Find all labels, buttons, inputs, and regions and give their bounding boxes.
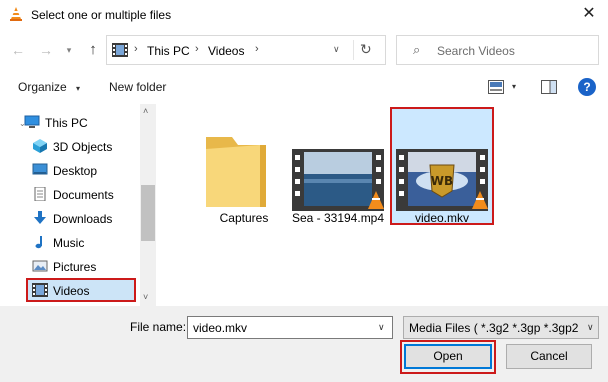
command-toolbar: Organize ▾ New folder ▾ ? bbox=[0, 74, 608, 102]
sidebar-item-this-pc[interactable]: ⌄ This PC bbox=[10, 110, 122, 134]
open-button[interactable]: Open bbox=[404, 344, 492, 369]
file-name: video.mkv bbox=[414, 211, 470, 225]
file-name-dropdown-icon[interactable]: ∨ bbox=[378, 322, 385, 333]
organize-label: Organize bbox=[18, 80, 67, 94]
file-item-captures[interactable]: Captures bbox=[192, 107, 296, 225]
search-box[interactable]: ⌕ Search Videos bbox=[396, 35, 599, 65]
file-name: Sea - 33194.mp4 bbox=[291, 211, 385, 225]
sidebar-item-desktop[interactable]: Desktop bbox=[26, 158, 138, 182]
recent-locations-button[interactable]: ▾ bbox=[63, 41, 75, 59]
sidebar-item-label: Desktop bbox=[53, 164, 98, 178]
file-type-dropdown-icon[interactable]: ∨ bbox=[584, 322, 594, 333]
scrollbar-thumb[interactable] bbox=[141, 185, 155, 241]
sidebar-item-label: Music bbox=[53, 236, 85, 250]
address-bar[interactable]: › This PC › Videos › ∨ ↻ bbox=[106, 35, 386, 65]
forward-button[interactable]: → bbox=[38, 41, 54, 59]
search-icon: ⌕ bbox=[413, 42, 421, 57]
sidebar-item-downloads[interactable]: Downloads bbox=[26, 206, 138, 230]
breadcrumb-separator[interactable]: › bbox=[255, 43, 259, 55]
file-type-select[interactable]: Media Files ( *.3g2 *.3gp *.3gp2 ∨ bbox=[403, 316, 599, 339]
file-list-view: Captures Sea - 33194.mp4 WB video.mkv bbox=[156, 104, 608, 306]
sidebar-item-label: 3D Objects bbox=[53, 140, 113, 154]
sidebar-scrollbar[interactable]: ˄ ˅ bbox=[140, 104, 156, 306]
organize-button[interactable]: Organize ▾ bbox=[18, 80, 80, 94]
dialog-footer: File name: video.mkv ∨ Media Files ( *.3… bbox=[0, 306, 608, 382]
close-button[interactable]: ✕ bbox=[574, 3, 604, 27]
file-name-value[interactable]: video.mkv bbox=[193, 321, 247, 335]
up-button[interactable]: ↑ bbox=[85, 41, 101, 59]
preview-pane-icon[interactable] bbox=[541, 80, 557, 94]
search-placeholder[interactable]: Search Videos bbox=[437, 44, 515, 58]
change-view-icon[interactable] bbox=[488, 80, 504, 94]
navigation-pane: ⌄ This PC 3D Objects Desktop Documents D… bbox=[0, 104, 156, 306]
sidebar-item-label: This PC bbox=[45, 116, 88, 130]
pictures-icon bbox=[32, 260, 48, 272]
music-note-icon bbox=[35, 236, 42, 249]
sidebar-item-label: Pictures bbox=[53, 260, 97, 274]
video-thumbnail-sea bbox=[292, 149, 384, 211]
address-dropdown-icon[interactable]: ∨ bbox=[333, 44, 340, 55]
sidebar-item-documents[interactable]: Documents bbox=[26, 182, 138, 206]
sidebar-item-videos[interactable]: Videos bbox=[26, 278, 136, 302]
file-type-value: Media Files ( *.3g2 *.3gp *.3gp2 bbox=[409, 321, 579, 335]
navigation-bar: ← → ▾ ↑ › This PC › Videos › ∨ ↻ ⌕ Searc… bbox=[0, 33, 608, 67]
download-arrow-icon bbox=[34, 211, 46, 224]
sidebar-item-pictures[interactable]: Pictures bbox=[26, 254, 138, 278]
back-button[interactable]: ← bbox=[10, 41, 26, 59]
svg-text:WB: WB bbox=[431, 174, 453, 188]
title-bar: Select one or multiple files ✕ bbox=[0, 0, 608, 30]
sidebar-item-3d-objects[interactable]: 3D Objects bbox=[26, 134, 138, 158]
cube-icon bbox=[33, 139, 47, 153]
breadcrumb-this-pc[interactable]: This PC bbox=[147, 44, 190, 58]
documents-icon bbox=[34, 187, 46, 201]
file-name: Captures bbox=[219, 211, 269, 225]
view-options-dropdown-icon[interactable]: ▾ bbox=[512, 82, 516, 91]
vlc-cone-icon bbox=[10, 7, 22, 21]
refresh-button[interactable]: ↻ bbox=[360, 41, 372, 58]
computer-icon bbox=[24, 115, 40, 128]
file-item-video-mkv[interactable]: WB video.mkv bbox=[390, 107, 494, 225]
cancel-button[interactable]: Cancel bbox=[506, 344, 592, 369]
breadcrumb-separator[interactable]: › bbox=[195, 43, 199, 55]
scroll-up-icon[interactable]: ˄ bbox=[143, 106, 148, 116]
sidebar-item-label: Documents bbox=[53, 188, 114, 202]
sidebar-item-label: Downloads bbox=[53, 212, 113, 226]
sidebar-item-label: Videos bbox=[53, 284, 90, 298]
file-name-input[interactable]: video.mkv ∨ bbox=[187, 316, 393, 339]
new-folder-button[interactable]: New folder bbox=[109, 80, 166, 94]
scroll-down-icon[interactable]: ˅ bbox=[143, 292, 148, 302]
film-strip-icon bbox=[112, 43, 128, 57]
window-title: Select one or multiple files bbox=[31, 8, 172, 22]
breadcrumb-separator[interactable]: › bbox=[134, 43, 138, 55]
breadcrumb-videos[interactable]: Videos bbox=[208, 44, 244, 58]
film-strip-icon bbox=[32, 283, 48, 297]
folder-icon bbox=[206, 137, 266, 207]
file-name-label: File name: bbox=[130, 320, 187, 334]
divider bbox=[353, 40, 354, 60]
help-button[interactable]: ? bbox=[578, 78, 596, 96]
desktop-icon bbox=[32, 163, 48, 175]
chevron-down-icon: ▾ bbox=[76, 84, 81, 93]
file-item-sea-mp4[interactable]: Sea - 33194.mp4 bbox=[286, 107, 390, 225]
sidebar-item-music[interactable]: Music bbox=[26, 230, 138, 254]
video-thumbnail-wb: WB bbox=[396, 149, 488, 211]
